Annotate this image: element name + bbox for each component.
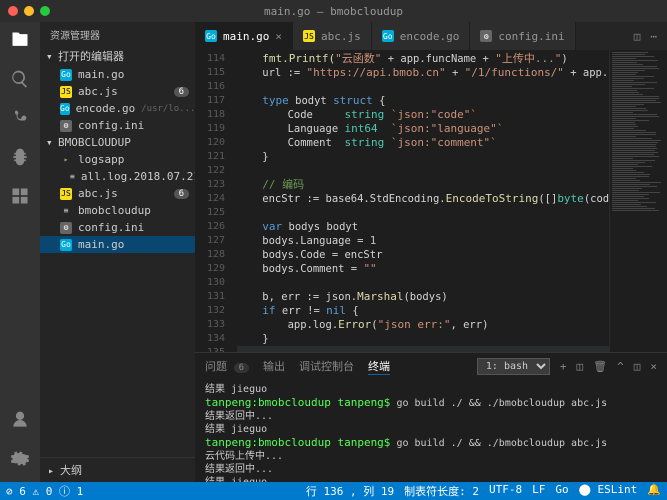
- explorer-icon[interactable]: [10, 30, 30, 53]
- terminal[interactable]: 结果 jieguo tanpeng:bmobcloudup tanpeng$ g…: [195, 379, 667, 482]
- status-eslint[interactable]: ⬤ ESLint: [579, 483, 638, 499]
- split-editor-icon[interactable]: ◫: [634, 30, 641, 43]
- status-encoding[interactable]: UTF-8: [489, 483, 522, 499]
- titlebar: main.go — bmobcloudup: [0, 0, 667, 22]
- close-icon: ×: [275, 30, 282, 43]
- terminal-select[interactable]: 1: bash: [477, 358, 550, 375]
- sidebar: 资源管理器 ▾打开的编辑器 Gomain.goJSabc.js6Goencode…: [40, 22, 195, 482]
- split-terminal-icon[interactable]: ◫: [577, 360, 584, 373]
- line-gutter: 1141151161171181191201211221231241251261…: [195, 50, 233, 352]
- trash-icon[interactable]: 🗑: [593, 360, 607, 373]
- sidebar-item-main.go[interactable]: Gomain.go: [40, 66, 195, 83]
- toggle-panel-icon[interactable]: ◫: [634, 360, 641, 373]
- project-header[interactable]: ▾BMOBCLOUDUP: [40, 134, 195, 151]
- sidebar-item-encode.go[interactable]: Goencode.go/usr/lo...: [40, 100, 195, 117]
- accounts-icon[interactable]: [10, 410, 30, 433]
- status-bar: ⊘ 6 ⚠ 0 ⓘ 1 行 136 , 列 19 制表符长度: 2 UTF-8 …: [0, 482, 667, 500]
- sidebar-item-main.go[interactable]: Gomain.go: [40, 236, 195, 253]
- settings-icon[interactable]: [10, 449, 30, 472]
- close-window-icon[interactable]: [8, 6, 18, 16]
- status-lang[interactable]: Go: [555, 483, 568, 499]
- tab-config.ini[interactable]: ⚙config.ini: [470, 22, 575, 50]
- status-bell-icon[interactable]: 🔔: [647, 483, 661, 499]
- extensions-icon[interactable]: [10, 186, 30, 209]
- minimize-window-icon[interactable]: [24, 6, 34, 16]
- source-control-icon[interactable]: [10, 108, 30, 131]
- tab-abc.js[interactable]: JSabc.js: [293, 22, 372, 50]
- open-editors-header[interactable]: ▾打开的编辑器: [40, 46, 195, 66]
- sidebar-item-bmobcloudup[interactable]: ≡bmobcloudup: [40, 202, 195, 219]
- close-panel-icon[interactable]: ×: [650, 360, 657, 373]
- panel-tab-problems[interactable]: 问题 6: [205, 358, 249, 374]
- panel: 问题 6 输出 调试控制台 终端 1: bash + ◫ 🗑 ^ ◫ × 结果 …: [195, 352, 667, 482]
- sidebar-item-abc.js[interactable]: JSabc.js6: [40, 83, 195, 100]
- panel-tab-debug[interactable]: 调试控制台: [299, 358, 354, 374]
- tab-encode.go[interactable]: Goencode.go: [372, 22, 471, 50]
- sidebar-item-all.log.2018.07.21[interactable]: ≡all.log.2018.07.21: [40, 168, 195, 185]
- outline-header[interactable]: ▸ 大纲: [40, 457, 195, 482]
- status-indent[interactable]: 制表符长度: 2: [404, 483, 479, 499]
- tab-main.go[interactable]: Gomain.go×: [195, 22, 293, 50]
- minimap[interactable]: [609, 50, 667, 352]
- sidebar-item-config.ini[interactable]: ⚙config.ini: [40, 117, 195, 134]
- status-eol[interactable]: LF: [532, 483, 545, 499]
- window-controls: [8, 6, 50, 16]
- sidebar-item-config.ini[interactable]: ⚙config.ini: [40, 219, 195, 236]
- debug-icon[interactable]: [10, 147, 30, 170]
- sidebar-item-abc.js[interactable]: JSabc.js6: [40, 185, 195, 202]
- tab-bar: Gomain.go×JSabc.jsGoencode.go⚙config.ini…: [195, 22, 667, 50]
- more-icon[interactable]: ⋯: [650, 30, 657, 43]
- code-editor[interactable]: fmt.Printf("云函数" + app.funcName + "上传中..…: [233, 50, 609, 352]
- new-terminal-icon[interactable]: +: [560, 360, 567, 373]
- maximize-panel-icon[interactable]: ^: [617, 360, 624, 373]
- panel-tab-output[interactable]: 输出: [263, 358, 285, 374]
- title-text: main.go — bmobcloudup: [264, 5, 403, 18]
- activity-bar: [0, 22, 40, 482]
- maximize-window-icon[interactable]: [40, 6, 50, 16]
- status-cursor[interactable]: 行 136 , 列 19: [306, 483, 394, 499]
- sidebar-title: 资源管理器: [40, 22, 195, 46]
- panel-tab-terminal[interactable]: 终端: [368, 358, 390, 375]
- status-errors[interactable]: ⊘ 6 ⚠ 0 ⓘ 1: [6, 483, 83, 499]
- search-icon[interactable]: [10, 69, 30, 92]
- sidebar-item-logsapp[interactable]: ▸logsapp: [40, 151, 195, 168]
